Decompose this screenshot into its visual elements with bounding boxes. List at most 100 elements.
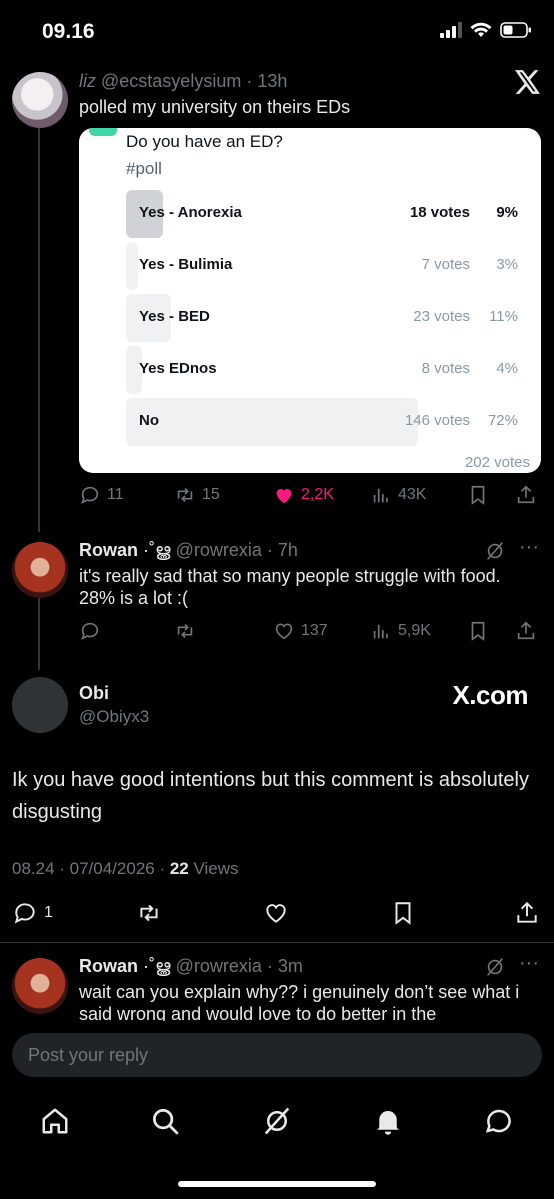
bookmark-icon[interactable] — [467, 484, 489, 506]
reply-icon — [81, 486, 99, 504]
reply-icon — [81, 622, 99, 640]
action-bar: 137 5,9K — [79, 620, 541, 644]
poll-option-percent: 3% — [496, 256, 518, 273]
reply-button[interactable] — [79, 620, 101, 642]
tweet-time: 7h — [277, 540, 298, 560]
repost-icon[interactable] — [136, 900, 162, 926]
tweet-meta: 08.24 · 07/04/2026 · 22 Views — [12, 859, 239, 879]
poll-option: No 146 votes 72% — [126, 398, 518, 446]
action-bar: 11 15 2,2K 43K — [79, 484, 541, 508]
reply-input[interactable]: Post your reply — [12, 1033, 542, 1077]
views-icon — [373, 624, 388, 639]
display-name[interactable]: Obi — [79, 683, 109, 704]
poll-bar — [126, 242, 138, 290]
tweet-time: 13h — [257, 71, 288, 91]
views-button[interactable]: 43K — [370, 484, 426, 506]
poll-option-votes: 8 votes — [421, 360, 470, 377]
heart-icon — [275, 623, 293, 640]
search-icon[interactable] — [150, 1106, 180, 1136]
tweet-time: 3m — [277, 956, 303, 976]
focused-tweet-text: Ik you have good intentions but this com… — [12, 769, 529, 823]
thread-line — [38, 598, 40, 670]
display-name[interactable]: liz — [79, 71, 96, 91]
status-time: 09.16 — [42, 20, 95, 43]
separator-dot: · — [261, 956, 278, 976]
poll-option: Yes EDnos 8 votes 4% — [126, 346, 518, 394]
home-icon[interactable] — [40, 1106, 70, 1136]
poll-option: Yes - Anorexia 18 votes 9% — [126, 190, 518, 238]
grok-icon[interactable] — [262, 1106, 292, 1136]
avatar[interactable] — [12, 542, 68, 598]
poll-option-label: Yes - Bulimia — [139, 256, 233, 273]
poll-bar — [126, 398, 418, 446]
display-name[interactable]: Rowan — [79, 956, 138, 976]
avatar[interactable] — [12, 958, 68, 1014]
poll-option-votes: 146 votes — [404, 412, 470, 429]
heart-icon[interactable] — [263, 900, 289, 926]
notifications-icon[interactable] — [373, 1106, 403, 1136]
handle[interactable]: @ecstasyelysium — [101, 71, 241, 91]
poll-option: Yes - BED 23 votes 11% — [126, 294, 518, 342]
reply-text-clip: wait can you explain why?? i genuinely d… — [79, 981, 539, 1021]
poll-option-label: No — [139, 412, 159, 429]
like-button[interactable]: 2,2K — [273, 484, 334, 506]
poll-option-percent: 72% — [487, 412, 518, 429]
view-count: 43K — [398, 486, 427, 503]
focused-action-bar: 1 — [12, 900, 542, 928]
like-count: 137 — [301, 622, 328, 639]
repost-button[interactable] — [174, 620, 196, 642]
view-count: 5,9K — [398, 622, 431, 639]
bookmark-icon[interactable] — [467, 620, 489, 642]
tweet-header: Rowan ·˚ൠ @rowrexia · 7h — [79, 540, 298, 561]
avatar[interactable] — [12, 72, 68, 128]
repost-button[interactable]: 15 — [174, 484, 220, 506]
name-badge: ·˚ൠ — [143, 956, 171, 976]
tweet-text: it's really sad that so many people stru… — [79, 566, 501, 608]
tweet-timestamp: 08.24 · 07/04/2026 · — [12, 859, 170, 878]
bottom-nav — [0, 1098, 554, 1146]
handle[interactable]: @Obiyx3 — [79, 707, 149, 727]
more-options-icon[interactable]: ··· — [519, 952, 539, 975]
poll-question: Do you have an ED? — [126, 132, 283, 151]
reply-count: 1 — [44, 904, 53, 921]
poll-option-votes: 23 votes — [413, 308, 470, 325]
bookmark-icon[interactable] — [390, 900, 416, 926]
divider — [0, 942, 554, 943]
tweet-header: Rowan ·˚ൠ @rowrexia · 3m — [79, 956, 303, 977]
views-count[interactable]: 22 — [170, 859, 189, 878]
xcom-watermark: X.com — [452, 680, 528, 710]
grok-icon[interactable] — [484, 540, 506, 562]
thread-line — [38, 122, 40, 532]
like-button[interactable]: 137 — [273, 620, 328, 642]
poll-option-votes: 18 votes — [409, 204, 470, 221]
poll-option-percent: 4% — [496, 360, 518, 377]
reply-button[interactable]: 11 — [79, 484, 124, 506]
share-icon[interactable] — [515, 484, 537, 506]
poll-option-label: Yes - Anorexia — [139, 204, 242, 221]
reply-count: 11 — [107, 486, 124, 503]
messages-icon[interactable] — [484, 1106, 514, 1136]
battery-icon — [500, 22, 531, 38]
display-name[interactable]: Rowan — [79, 540, 138, 560]
share-icon[interactable] — [515, 620, 537, 642]
poll-hashtag[interactable]: #poll — [126, 159, 162, 179]
repost-count: 15 — [202, 486, 220, 503]
poll-accent — [89, 128, 117, 136]
home-indicator — [178, 1181, 376, 1187]
handle[interactable]: @rowrexia — [176, 956, 262, 976]
views-label: Views — [188, 859, 239, 878]
separator-dot: · — [261, 540, 278, 560]
grok-icon[interactable] — [484, 956, 506, 978]
handle[interactable]: @rowrexia — [176, 540, 262, 560]
share-icon[interactable] — [514, 900, 540, 926]
more-options-icon[interactable]: ··· — [519, 536, 539, 559]
repost-icon — [177, 623, 193, 639]
signal-icon — [440, 22, 462, 38]
reply-button[interactable]: 1 — [12, 900, 53, 926]
poll-option-label: Yes - BED — [139, 308, 210, 325]
reply-icon — [14, 903, 35, 924]
tweet-text: wait can you explain why?? i genuinely d… — [79, 982, 520, 1021]
avatar[interactable] — [12, 677, 68, 733]
views-button[interactable]: 5,9K — [370, 620, 431, 642]
poll-card: Do you have an ED? #poll Yes - Anorexia 1… — [79, 128, 541, 473]
